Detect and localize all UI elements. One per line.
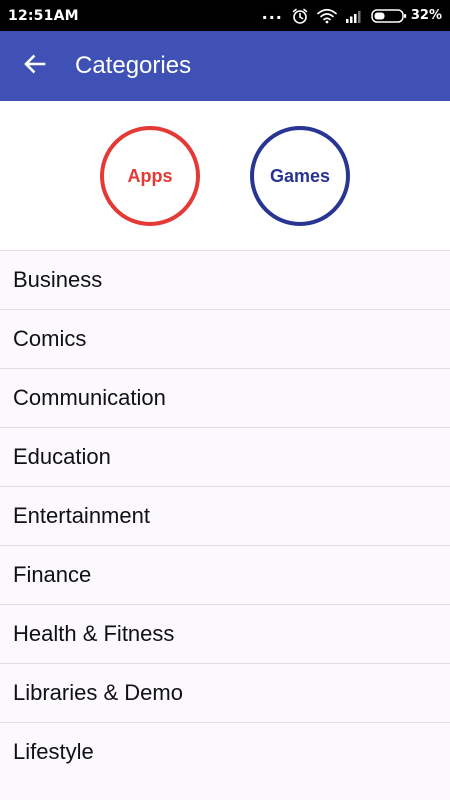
back-button[interactable] [17, 48, 53, 84]
games-button[interactable]: Games [250, 126, 350, 226]
category-item-communication[interactable]: Communication [0, 369, 450, 428]
category-list: Business Comics Communication Education … [0, 250, 450, 782]
type-toggle-area: Apps Games [0, 101, 450, 250]
signal-icon [345, 9, 363, 23]
wifi-icon [317, 8, 337, 24]
battery-percent: 32% [410, 8, 442, 23]
games-button-label: Games [269, 165, 331, 186]
category-item-lifestyle[interactable]: Lifestyle [0, 723, 450, 782]
page-title: Categories [75, 52, 192, 79]
category-item-comics[interactable]: Comics [0, 310, 450, 369]
more-dots: ... [261, 3, 283, 23]
category-item-entertainment[interactable]: Entertainment [0, 487, 450, 546]
apps-button[interactable]: Apps [100, 126, 200, 226]
category-item-finance[interactable]: Finance [0, 546, 450, 605]
category-item-libraries-demo[interactable]: Libraries & Demo [0, 664, 450, 723]
battery-icon [371, 8, 407, 24]
battery-indicator: 32% [371, 8, 442, 24]
category-item-health-fitness[interactable]: Health & Fitness [0, 605, 450, 664]
category-item-education[interactable]: Education [0, 428, 450, 487]
status-time: 12:51AM [8, 7, 79, 24]
status-bar: 12:51AM ... 32% [0, 0, 450, 31]
list-background [0, 780, 450, 800]
app-bar: Categories [0, 31, 450, 101]
arrow-left-icon [23, 52, 47, 80]
category-item-business[interactable]: Business [0, 251, 450, 310]
status-icons: ... 32% [261, 3, 442, 25]
apps-button-label: Apps [127, 165, 173, 186]
alarm-icon [291, 7, 309, 25]
